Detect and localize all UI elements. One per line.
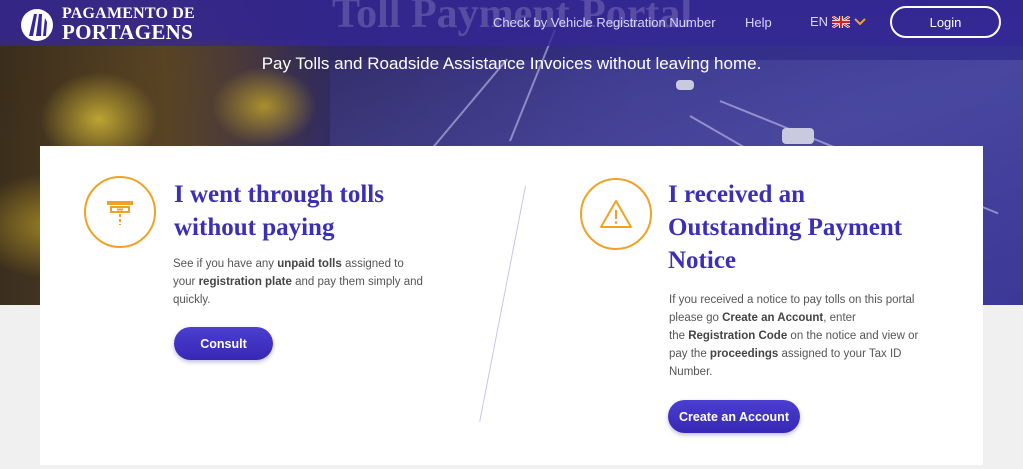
top-navbar: Toll Payment Portal PAGAMENTO DE PORTAGE… [0, 0, 1023, 46]
options-panel: I went through tolls without paying See … [40, 146, 983, 465]
uk-flag-icon [832, 15, 851, 28]
brand-logo-icon [21, 8, 53, 41]
nav-help-link[interactable]: Help [745, 15, 772, 30]
warning-icon [580, 178, 652, 250]
brand-name-line2: PORTAGENS [62, 20, 194, 44]
right-card-title: I received an Outstanding Payment Notice [668, 181, 903, 274]
car [782, 128, 814, 144]
car [676, 80, 694, 90]
consult-button[interactable]: Consult [174, 327, 273, 360]
brand-logo[interactable]: PAGAMENTO DE PORTAGENS [20, 6, 195, 43]
language-code: EN [810, 14, 829, 29]
column-divider [479, 186, 526, 422]
login-button[interactable]: Login [890, 6, 1001, 38]
toll-gate-icon [84, 176, 156, 248]
language-selector[interactable]: EN [810, 14, 866, 29]
hero-tagline: Pay Tolls and Roadside Assistance Invoic… [261, 54, 762, 73]
nav-check-vehicle-link[interactable]: Check by Vehicle Registration Number [493, 15, 716, 30]
right-card-description: If you received a notice to pay tolls on… [669, 294, 919, 378]
left-card-description: See if you have any unpaid tolls assigne… [173, 258, 423, 306]
create-account-button[interactable]: Create an Account [668, 400, 800, 433]
left-card-title: I went through tolls without paying [174, 181, 384, 241]
chevron-down-icon [854, 17, 866, 25]
